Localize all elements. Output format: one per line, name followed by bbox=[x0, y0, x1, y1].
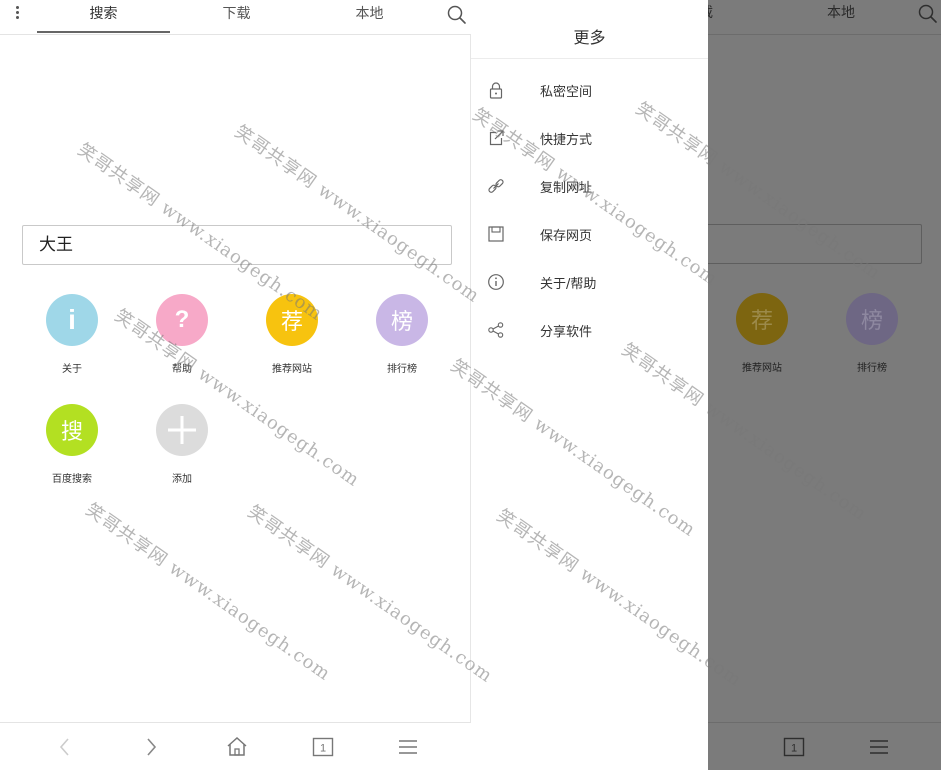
search-icon[interactable] bbox=[446, 4, 468, 26]
menu-item-shortcut[interactable]: 快捷方式 bbox=[471, 119, 708, 159]
save-icon bbox=[487, 225, 505, 243]
shortcut-recommended-sites[interactable]: 荐 推荐网站 bbox=[242, 294, 342, 375]
shortcut-label: 排行榜 bbox=[387, 364, 417, 375]
menu-item-label: 保存网页 bbox=[540, 229, 593, 244]
menu-item-copy-url[interactable]: 复制网址 bbox=[471, 167, 708, 207]
dimmed-shortcut-ranking: 榜 排行榜 bbox=[822, 293, 922, 374]
shortcut-add[interactable]: 添加 bbox=[132, 404, 232, 485]
shortcut-baidu-search[interactable]: 搜 百度搜索 bbox=[22, 404, 122, 485]
plus-icon bbox=[156, 404, 208, 456]
shortcut-ranking[interactable]: 榜 排行榜 bbox=[352, 294, 452, 375]
dimmed-shortcut-recommended-sites: 荐 推荐网站 bbox=[712, 293, 812, 374]
menu-item-share-app[interactable]: 分享软件 bbox=[471, 311, 708, 351]
active-tab-indicator bbox=[37, 31, 170, 33]
shortcut-label: 添加 bbox=[172, 474, 192, 485]
info-icon: i bbox=[46, 294, 98, 346]
recommend-icon: 荐 bbox=[736, 293, 788, 345]
ranking-icon: 榜 bbox=[376, 294, 428, 346]
tab-local[interactable]: 本地 bbox=[303, 0, 436, 35]
main-screen: 搜索 下载 本地 大王 i 关于 ? 帮助 荐 推荐网站 榜 排行榜 搜 百度搜… bbox=[0, 0, 471, 770]
menu-item-about-help[interactable]: 关于/帮助 bbox=[471, 263, 708, 303]
lock-icon bbox=[487, 81, 505, 99]
back-icon[interactable] bbox=[53, 735, 77, 759]
bottom-nav-bar: 1 bbox=[0, 722, 471, 770]
dimmed-search-input bbox=[671, 224, 922, 264]
info-icon bbox=[487, 273, 505, 291]
tab-search[interactable]: 搜索 bbox=[37, 0, 170, 35]
search-input[interactable]: 大王 bbox=[22, 225, 452, 265]
top-tab-bar: 搜索 下载 本地 bbox=[0, 0, 471, 35]
home-icon[interactable] bbox=[225, 735, 249, 759]
more-options-icon[interactable] bbox=[12, 6, 22, 24]
dimmed-tabs-count-icon: 1 bbox=[782, 735, 806, 759]
menu-item-save-page[interactable]: 保存网页 bbox=[471, 215, 708, 255]
question-icon: ? bbox=[156, 294, 208, 346]
shortcut-label: 百度搜索 bbox=[52, 474, 92, 485]
dimmed-search-icon bbox=[917, 3, 939, 25]
menu-item-label: 关于/帮助 bbox=[540, 277, 597, 292]
share-icon bbox=[487, 321, 505, 339]
shortcut-label: 排行榜 bbox=[857, 363, 887, 374]
svg-text:1: 1 bbox=[791, 743, 797, 755]
dimmed-tab-local: 本地 bbox=[827, 5, 855, 21]
baidu-search-icon: 搜 bbox=[46, 404, 98, 456]
drawer-title: 更多 bbox=[471, 0, 708, 59]
shortcut-label: 关于 bbox=[62, 364, 82, 375]
link-icon bbox=[487, 177, 505, 195]
menu-item-label: 分享软件 bbox=[540, 325, 593, 340]
tabs-count-icon[interactable]: 1 bbox=[311, 735, 335, 759]
shortcut-label: 推荐网站 bbox=[742, 363, 782, 374]
shortcut-about[interactable]: i 关于 bbox=[22, 294, 122, 375]
forward-icon[interactable] bbox=[139, 735, 163, 759]
shortcut-label: 帮助 bbox=[172, 364, 192, 375]
svg-text:1: 1 bbox=[320, 743, 326, 755]
shortcut-label: 推荐网站 bbox=[272, 364, 312, 375]
more-drawer: 更多 私密空间 快捷方式 复制网址 保存网页 关于/帮助 分享软件 bbox=[471, 0, 708, 770]
menu-item-label: 快捷方式 bbox=[540, 133, 593, 148]
shortcut-help[interactable]: ? 帮助 bbox=[132, 294, 232, 375]
menu-item-private-space[interactable]: 私密空间 bbox=[471, 71, 708, 111]
menu-icon[interactable] bbox=[396, 735, 420, 759]
dimmed-menu-icon bbox=[867, 735, 891, 759]
menu-item-label: 私密空间 bbox=[540, 85, 593, 100]
recommend-icon: 荐 bbox=[266, 294, 318, 346]
tab-download[interactable]: 下载 bbox=[170, 0, 303, 35]
shortcut-icon bbox=[487, 129, 505, 147]
ranking-icon: 榜 bbox=[846, 293, 898, 345]
menu-item-label: 复制网址 bbox=[540, 181, 593, 196]
